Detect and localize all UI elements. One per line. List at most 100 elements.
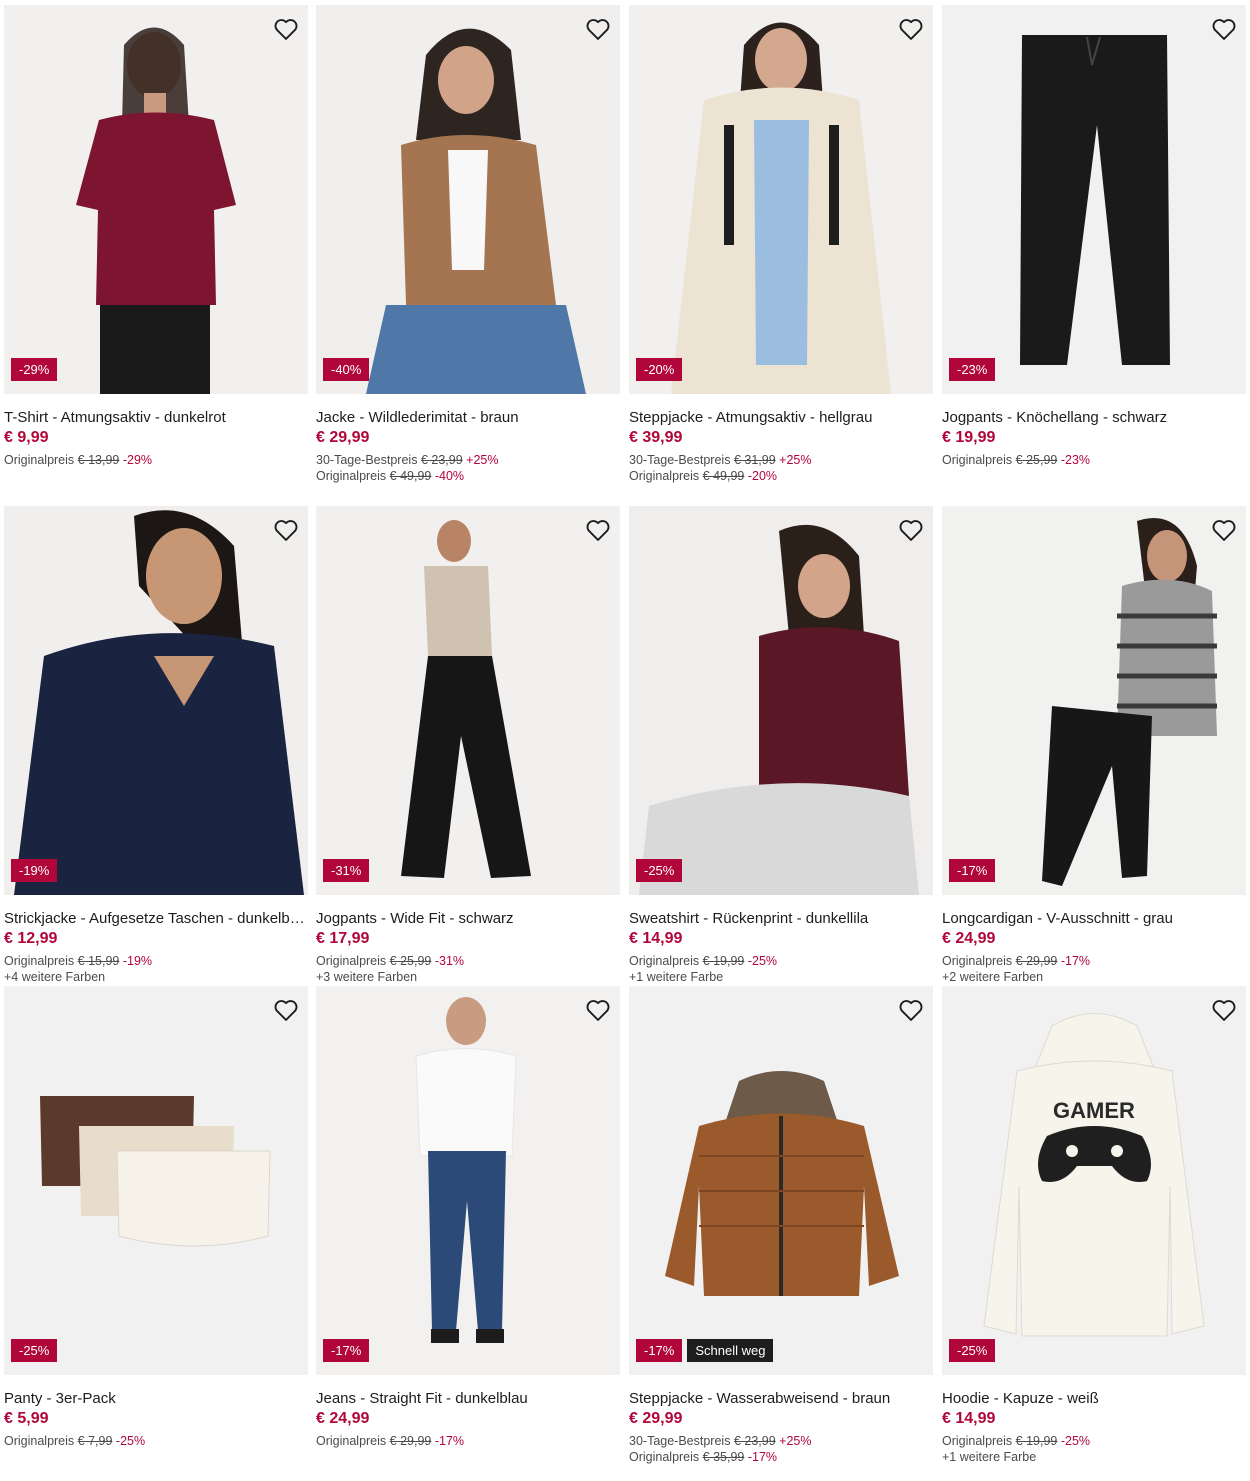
- product-card[interactable]: -23% Jogpants - Knöchellang - schwarz € …: [942, 5, 1246, 468]
- product-image[interactable]: -20%: [629, 5, 933, 394]
- product-title[interactable]: Hoodie - Kapuze - weiß: [942, 1390, 1246, 1408]
- product-price: € 24,99: [316, 1410, 370, 1427]
- product-title[interactable]: Panty - 3er-Pack: [4, 1390, 308, 1408]
- model-photo: [316, 5, 620, 394]
- product-title[interactable]: Steppjacke - Wasserabweisend - braun: [629, 1390, 933, 1408]
- model-photo: [4, 506, 308, 895]
- product-card[interactable]: -19% Strickjacke - Aufgesetze Taschen - …: [4, 506, 308, 985]
- model-photo: [4, 5, 308, 394]
- product-image[interactable]: -40%: [316, 5, 620, 394]
- product-card[interactable]: -17% Longcardigan - V-Ausschnitt - grau …: [942, 506, 1246, 985]
- wishlist-heart-icon[interactable]: [584, 516, 612, 544]
- product-price: € 14,99: [942, 1410, 996, 1427]
- model-photo: [629, 506, 933, 895]
- product-title[interactable]: Jogpants - Knöchellang - schwarz: [942, 409, 1246, 427]
- product-title[interactable]: Strickjacke - Aufgesetze Taschen - dunke…: [4, 910, 308, 928]
- wishlist-heart-icon[interactable]: [897, 996, 925, 1024]
- product-title[interactable]: Jogpants - Wide Fit - schwarz: [316, 910, 620, 928]
- wishlist-heart-icon[interactable]: [897, 516, 925, 544]
- product-card[interactable]: -17% Jeans - Straight Fit - dunkelblau €…: [316, 986, 620, 1449]
- product-title[interactable]: Steppjacke - Atmungsaktiv - hellgrau: [629, 409, 933, 427]
- product-photo: [942, 5, 1246, 394]
- product-title[interactable]: Jeans - Straight Fit - dunkelblau: [316, 1390, 620, 1408]
- product-card[interactable]: GAMER -25% Hoodie - Kapuze - weiß € 14,9…: [942, 986, 1246, 1465]
- price-line: Originalpreis € 49,99 -40%: [316, 469, 465, 483]
- discount-badge: -20%: [636, 358, 683, 381]
- price-line: Originalpreis € 25,99 -23%: [942, 453, 1091, 467]
- product-image[interactable]: -25%: [629, 506, 933, 895]
- wishlist-heart-icon[interactable]: [897, 15, 925, 43]
- discount-badge: -25%: [11, 1339, 58, 1362]
- product-image[interactable]: GAMER -25%: [942, 986, 1246, 1375]
- wishlist-heart-icon[interactable]: [272, 516, 300, 544]
- product-image[interactable]: -25%: [4, 986, 308, 1375]
- model-photo: [629, 5, 933, 394]
- product-title[interactable]: Jacke - Wildlederimitat - braun: [316, 409, 620, 427]
- discount-badge: -17%: [949, 859, 996, 882]
- price-line: Originalpreis € 19,99 -25%: [629, 954, 778, 968]
- product-image[interactable]: -29%: [4, 5, 308, 394]
- wishlist-heart-icon[interactable]: [272, 15, 300, 43]
- product-photo: [4, 986, 308, 1375]
- product-card[interactable]: -20% Steppjacke - Atmungsaktiv - hellgra…: [629, 5, 933, 484]
- hoodie-print-text: GAMER: [1053, 1098, 1135, 1123]
- product-card[interactable]: -25% Sweatshirt - Rückenprint - dunkelli…: [629, 506, 933, 985]
- more-colors-link[interactable]: +1 weitere Farbe: [629, 969, 933, 985]
- price-line: 30-Tage-Bestpreis € 23,99 +25%: [316, 453, 499, 467]
- wishlist-heart-icon[interactable]: [1210, 996, 1238, 1024]
- price-line: Originalpreis € 7,99 -25%: [4, 1434, 146, 1448]
- product-image[interactable]: -19%: [4, 506, 308, 895]
- wishlist-heart-icon[interactable]: [1210, 516, 1238, 544]
- wishlist-heart-icon[interactable]: [584, 996, 612, 1024]
- product-card[interactable]: -25% Panty - 3er-Pack € 5,99 Originalpre…: [4, 986, 308, 1449]
- discount-badge: -31%: [323, 859, 370, 882]
- wishlist-heart-icon[interactable]: [584, 15, 612, 43]
- model-photo: [316, 986, 620, 1375]
- product-price: € 14,99: [629, 930, 683, 947]
- price-line: 30-Tage-Bestpreis € 31,99 +25%: [629, 453, 812, 467]
- wishlist-heart-icon[interactable]: [272, 996, 300, 1024]
- discount-badge: -40%: [323, 358, 370, 381]
- model-photo: [942, 506, 1246, 895]
- product-image[interactable]: -17%: [942, 506, 1246, 895]
- product-card[interactable]: -40% Jacke - Wildlederimitat - braun € 2…: [316, 5, 620, 484]
- discount-badge: -17%: [636, 1339, 683, 1362]
- price-line: Originalpreis € 29,99 -17%: [316, 1434, 465, 1448]
- product-title[interactable]: Sweatshirt - Rückenprint - dunkellila: [629, 910, 933, 928]
- model-photo: [316, 506, 620, 895]
- discount-badge: -25%: [949, 1339, 996, 1362]
- product-title[interactable]: Longcardigan - V-Ausschnitt - grau: [942, 910, 1246, 928]
- product-photo: GAMER: [942, 986, 1246, 1375]
- price-line: Originalpreis € 25,99 -31%: [316, 954, 465, 968]
- product-card[interactable]: -31% Jogpants - Wide Fit - schwarz € 17,…: [316, 506, 620, 985]
- discount-badge: -29%: [11, 358, 58, 381]
- discount-badge: -25%: [636, 859, 683, 882]
- price-line: Originalpreis € 29,99 -17%: [942, 954, 1091, 968]
- product-title[interactable]: T-Shirt - Atmungsaktiv - dunkelrot: [4, 409, 308, 427]
- more-colors-link[interactable]: +4 weitere Farben: [4, 969, 308, 985]
- product-image[interactable]: -17%: [316, 986, 620, 1375]
- product-price: € 24,99: [942, 930, 996, 947]
- discount-badge: -19%: [11, 859, 58, 882]
- product-price: € 29,99: [316, 429, 370, 446]
- product-price: € 12,99: [4, 930, 58, 947]
- price-line: Originalpreis € 49,99 -20%: [629, 469, 778, 483]
- more-colors-link[interactable]: +1 weitere Farbe: [942, 1449, 1246, 1465]
- product-image[interactable]: -31%: [316, 506, 620, 895]
- discount-badge: -23%: [949, 358, 996, 381]
- more-colors-link[interactable]: +2 weitere Farben: [942, 969, 1246, 985]
- product-card[interactable]: -17% Schnell weg Steppjacke - Wasserabwe…: [629, 986, 933, 1465]
- wishlist-heart-icon[interactable]: [1210, 15, 1238, 43]
- price-line: Originalpreis € 35,99 -17%: [629, 1450, 778, 1464]
- product-price: € 29,99: [629, 1410, 683, 1427]
- more-colors-link[interactable]: +3 weitere Farben: [316, 969, 620, 985]
- product-price: € 17,99: [316, 930, 370, 947]
- product-image[interactable]: -17% Schnell weg: [629, 986, 933, 1375]
- price-line: Originalpreis € 13,99 -29%: [4, 453, 153, 467]
- product-price: € 39,99: [629, 429, 683, 446]
- product-image[interactable]: -23%: [942, 5, 1246, 394]
- product-price: € 19,99: [942, 429, 996, 446]
- label-badge: Schnell weg: [687, 1339, 774, 1362]
- discount-badge: -17%: [323, 1339, 370, 1362]
- product-card[interactable]: -29% T-Shirt - Atmungsaktiv - dunkelrot …: [4, 5, 308, 468]
